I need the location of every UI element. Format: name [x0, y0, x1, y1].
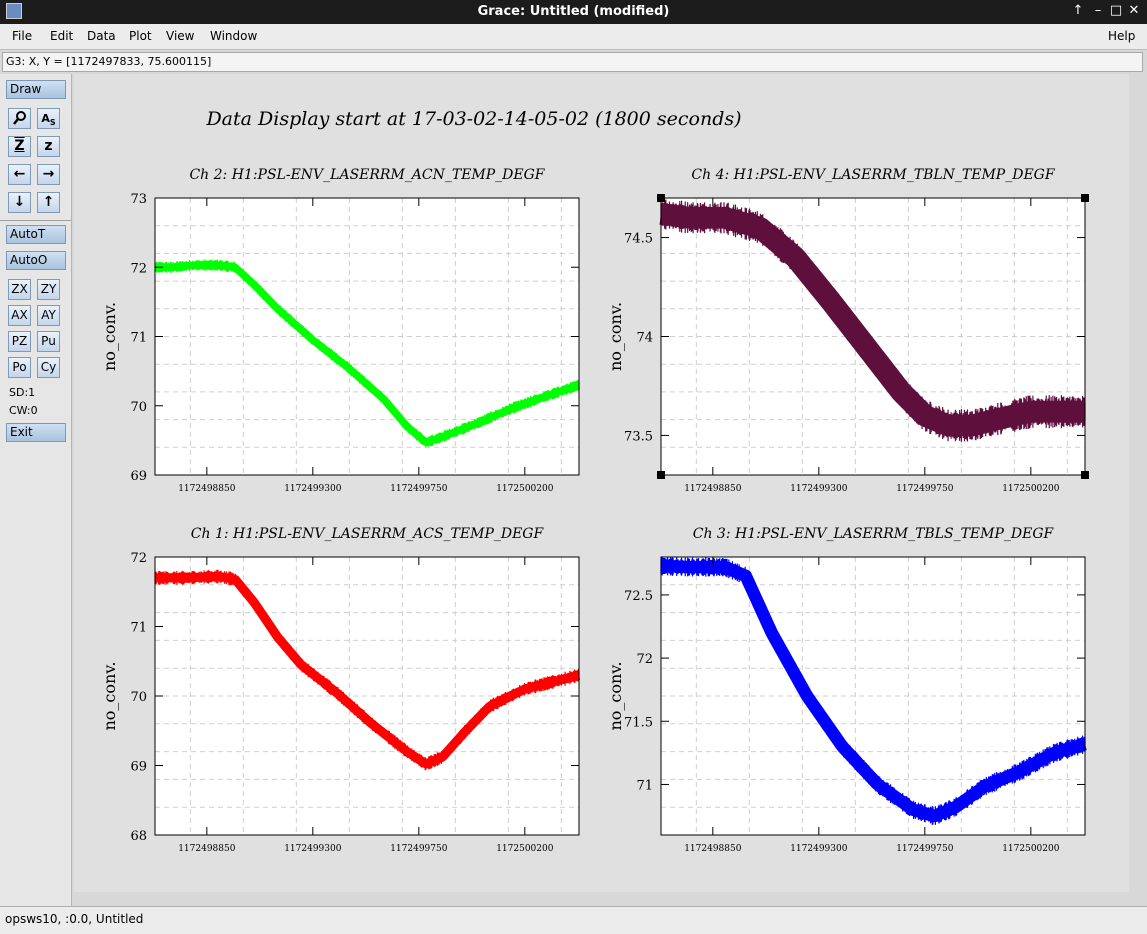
toolbar-divider [0, 220, 71, 221]
y-tick-label: 71 [636, 778, 653, 793]
x-tick-label: 1172498850 [178, 484, 236, 494]
window-title: Grace: Untitled (modified) [477, 4, 670, 19]
zoom-x-button[interactable]: ZX [8, 279, 31, 300]
x-tick-label: 1172499300 [790, 484, 848, 494]
menu-view[interactable]: View [166, 29, 194, 43]
x-tick-label: 1172500200 [496, 484, 554, 494]
graph-title: Ch 4: H1:PSL-ENV_LASERRM_TBLN_TEMP_DEGF [691, 167, 1055, 183]
window-titlebar: Grace: Untitled (modified) ↑ – □ ✕ [0, 0, 1147, 24]
y-tick-label: 73 [130, 192, 147, 207]
autoscale-y-button[interactable]: AY [37, 305, 60, 326]
y-tick-label: 70 [130, 400, 147, 415]
autoscale-text-icon[interactable]: AS [37, 108, 60, 129]
graph-panel[interactable]: 74.5 74 73.5 1172498850 1172499300 1172499750… [606, 167, 1094, 494]
push-zoom-button[interactable]: PZ [8, 331, 31, 352]
auto-origin-button[interactable]: AutoO [6, 251, 66, 270]
graph-title: Ch 3: H1:PSL-ENV_LASERRM_TBLS_TEMP_DEGF [693, 526, 1055, 542]
x-tick-label: 1172498850 [178, 844, 236, 854]
menu-file[interactable]: File [12, 29, 32, 43]
stack-depth-label: SD:1 [9, 386, 36, 399]
locator-bar: G3: X, Y = [1172497833, 75.600115] [2, 52, 1143, 72]
y-tick-label: 69 [130, 760, 147, 775]
current-world-label: CW:0 [9, 404, 38, 417]
selection-handle[interactable] [1081, 194, 1089, 202]
zoom-z-icon[interactable]: Z [8, 136, 31, 157]
plot-canvas[interactable]: Data Display start at 17-03-02-14-05-02 … [74, 74, 1129, 892]
x-tick-label: 1172499750 [390, 484, 448, 494]
menubar: File Edit Data Plot View Window Help [0, 24, 1147, 50]
minimize-window-icon[interactable]: – [1090, 3, 1106, 19]
scroll-right-icon[interactable]: → [37, 164, 60, 185]
y-axis-label: no_conv. [606, 661, 625, 730]
y-tick-label: 71 [130, 621, 147, 636]
x-tick-label: 1172499300 [284, 484, 342, 494]
x-tick-label: 1172498850 [684, 484, 742, 494]
graph-panel[interactable]: 72 71 70 69 68 1172498850 1172499300 1172499750… [100, 526, 582, 854]
x-tick-label: 1172499750 [896, 484, 954, 494]
menu-help[interactable]: Help [1108, 29, 1135, 43]
zoom-y-button[interactable]: ZY [37, 279, 60, 300]
menu-plot[interactable]: Plot [129, 29, 152, 43]
selection-handle[interactable] [1081, 471, 1089, 479]
selection-handle[interactable] [657, 194, 665, 202]
x-tick-label: 1172499300 [790, 844, 848, 854]
auto-ticks-button[interactable]: AutoT [6, 225, 66, 244]
y-tick-label: 68 [130, 829, 147, 844]
exit-button[interactable]: Exit [6, 423, 66, 442]
autoscale-x-button[interactable]: AX [8, 305, 31, 326]
y-tick-label: 72.5 [624, 589, 653, 604]
y-tick-label: 72 [130, 261, 147, 276]
x-tick-label: 1172500200 [1002, 484, 1060, 494]
pop-button[interactable]: Po [8, 357, 31, 378]
cycle-button[interactable]: Cy [37, 357, 60, 378]
y-axis-label: no_conv. [606, 302, 625, 371]
y-tick-label: 72 [130, 551, 147, 566]
graph-panel[interactable]: 72.5 72 71.5 71 1172498850 1172499300 11724997… [606, 526, 1090, 854]
x-tick-label: 1172500200 [496, 844, 554, 854]
y-tick-label: 71 [130, 331, 147, 346]
x-tick-label: 1172500200 [1002, 844, 1060, 854]
x-tick-label: 1172499750 [896, 844, 954, 854]
y-tick-label: 69 [130, 469, 147, 484]
y-tick-label: 72 [636, 652, 653, 667]
y-tick-label: 74.5 [624, 232, 653, 247]
x-tick-label: 1172498850 [684, 844, 742, 854]
graph-title: Ch 2: H1:PSL-ENV_LASERRM_ACN_TEMP_DEGF [189, 167, 545, 183]
scroll-down-icon[interactable]: ↓ [8, 192, 31, 213]
selection-handle[interactable] [657, 471, 665, 479]
y-tick-label: 70 [130, 690, 147, 705]
y-tick-label: 74 [636, 331, 653, 346]
x-tick-label: 1172499750 [390, 844, 448, 854]
y-tick-label: 73.5 [624, 429, 653, 444]
scroll-left-icon[interactable]: ← [8, 164, 31, 185]
y-axis-label: no_conv. [100, 302, 119, 371]
draw-button[interactable]: Draw [6, 80, 66, 99]
close-window-icon[interactable]: ✕ [1126, 3, 1142, 19]
menu-edit[interactable]: Edit [50, 29, 73, 43]
figure-title: Data Display start at 17-03-02-14-05-02 … [205, 108, 741, 130]
menu-data[interactable]: Data [87, 29, 116, 43]
zoom-out-z-icon[interactable]: z [37, 136, 60, 157]
status-bar: opsws10, :0.0, Untitled [0, 906, 1147, 934]
x-tick-label: 1172499300 [284, 844, 342, 854]
maximize-window-icon[interactable]: □ [1108, 3, 1124, 19]
graph-title: Ch 1: H1:PSL-ENV_LASERRM_ACS_TEMP_DEGF [191, 526, 545, 542]
graph-panel[interactable]: 73 72 71 70 69 1172498850 1172499300 1172499750… [100, 167, 581, 494]
menu-window[interactable]: Window [210, 29, 257, 43]
push-button[interactable]: Pu [37, 331, 60, 352]
scroll-up-icon[interactable]: ↑ [37, 192, 60, 213]
y-tick-label: 71.5 [624, 715, 653, 730]
zoom-magnifier-icon[interactable] [8, 108, 31, 129]
tool-panel: Draw AS Z z ← → ↓ ↑ AutoT AutoO ZX ZY AX… [0, 74, 72, 906]
graphs-svg: Data Display start at 17-03-02-14-05-02 … [100, 108, 1094, 854]
y-axis-label: no_conv. [100, 661, 119, 730]
raise-window-icon[interactable]: ↑ [1070, 3, 1086, 19]
